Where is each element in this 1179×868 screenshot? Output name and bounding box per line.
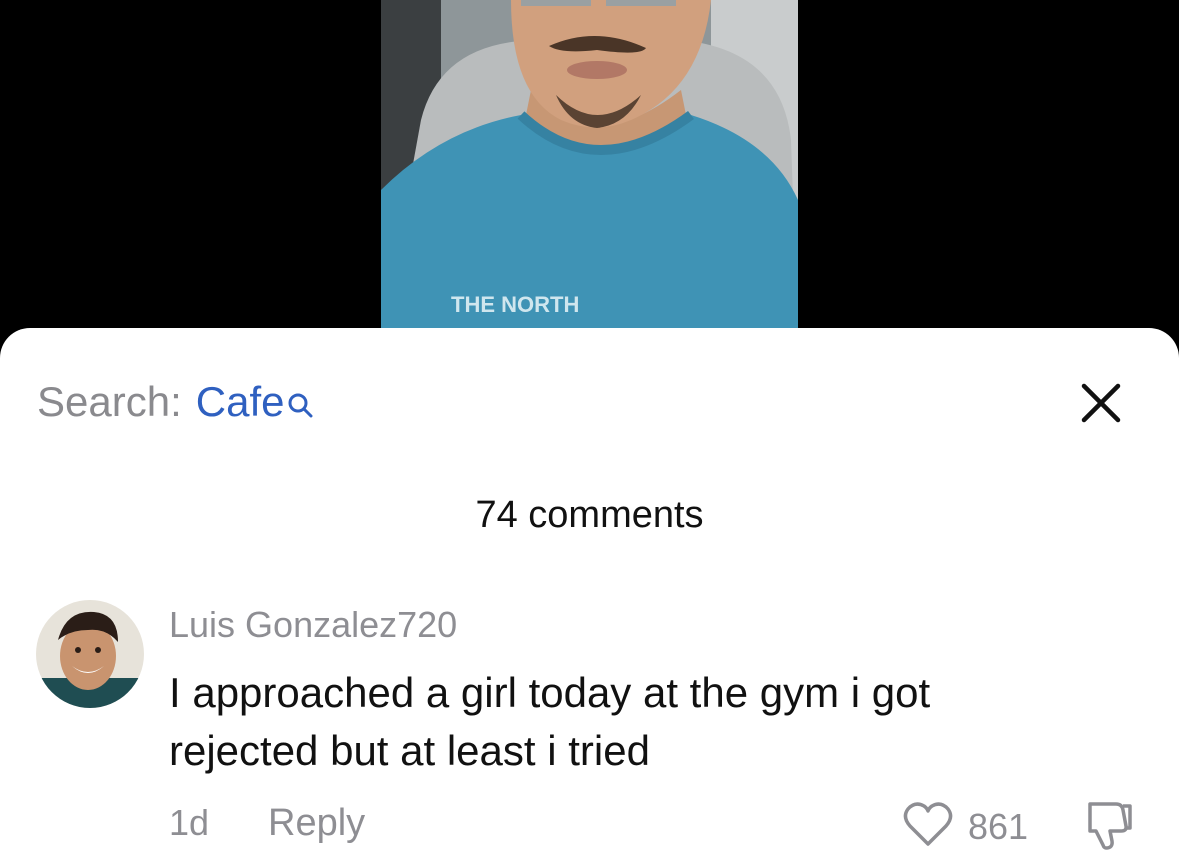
thumbs-down-icon[interactable] [1080,798,1134,852]
video-player[interactable]: THE NORTH [0,0,1179,360]
search-icon [287,380,313,428]
comment-username[interactable]: Luis Gonzalez720 [169,604,457,646]
heart-icon [902,800,954,853]
reply-button[interactable]: Reply [268,802,365,845]
like-button[interactable]: 861 [902,800,1028,853]
close-icon[interactable] [1078,380,1124,426]
search-prefix-label: Search: [37,378,182,425]
comment-timestamp: 1d [169,802,210,843]
comment-text: I approached a girl today at the gym i g… [169,669,931,774]
search-suggestion[interactable]: Search: Cafe [37,378,313,428]
like-count: 861 [968,805,1029,847]
search-term-link[interactable]: Cafe [196,378,285,426]
video-still: THE NORTH [381,0,798,340]
video-frame: THE NORTH [381,0,798,340]
avatar[interactable] [36,600,144,708]
comments-count: 74 comments [475,494,704,536]
shirt-logo-text: THE NORTH [451,292,579,317]
